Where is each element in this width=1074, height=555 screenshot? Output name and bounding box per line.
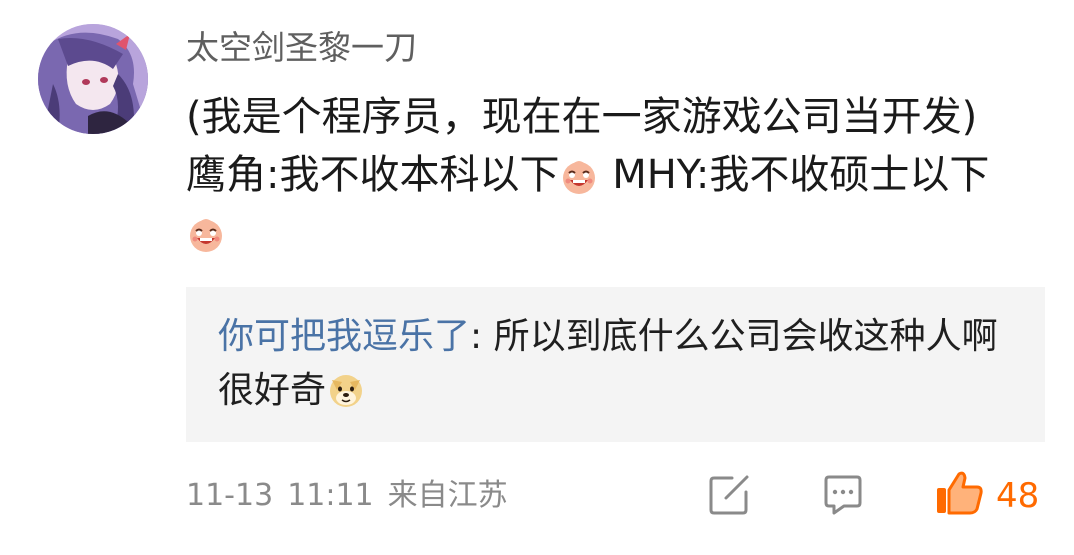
- comment-text-part2: MHY:我不收硕士以下: [599, 152, 990, 198]
- comment-icon[interactable]: [820, 472, 866, 518]
- comment-date: 11-13: [186, 478, 274, 513]
- like-count: 48: [996, 476, 1040, 516]
- avatar[interactable]: [38, 24, 148, 134]
- comment-meta: 11-13 11:11 来自江苏: [186, 472, 522, 520]
- quote-separator: :: [470, 316, 494, 357]
- laughing-emoji-icon: [559, 156, 599, 196]
- quoted-username[interactable]: 你可把我逗乐了: [218, 316, 470, 357]
- comment-text: (我是个程序员，现在在一家游戏公司当开发) 鹰角:我不收本科以下 MHY:我不收…: [186, 88, 1026, 262]
- comment-username[interactable]: 太空剑圣黎一刀: [186, 26, 417, 70]
- quoted-reply[interactable]: 你可把我逗乐了: 所以到底什么公司会收这种人啊很好奇: [186, 287, 1045, 442]
- comment-time: 11:11: [287, 478, 374, 513]
- share-icon[interactable]: [706, 472, 752, 518]
- laughing-emoji-icon: [186, 214, 226, 254]
- quoted-reply-text: 你可把我逗乐了: 所以到底什么公司会收这种人啊很好奇: [218, 310, 1018, 418]
- thumbs-up-icon[interactable]: [934, 468, 984, 518]
- doge-emoji-icon: [326, 370, 366, 410]
- comment-location: 来自江苏: [387, 478, 508, 513]
